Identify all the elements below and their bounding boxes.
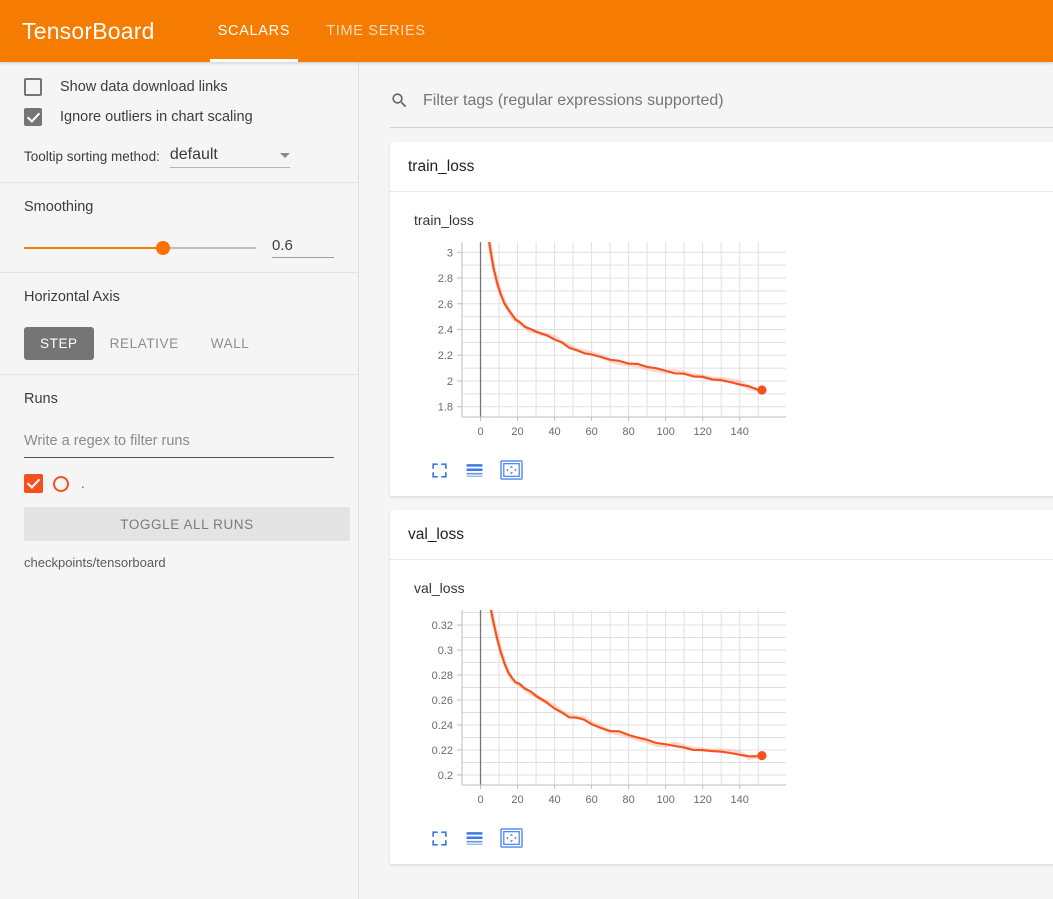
- chart-title-val-loss: val_loss: [414, 580, 465, 596]
- svg-text:2.6: 2.6: [438, 299, 453, 311]
- svg-text:2.4: 2.4: [438, 325, 453, 337]
- svg-text:80: 80: [623, 794, 635, 806]
- svg-text:120: 120: [694, 794, 712, 806]
- ignore-outliers-checkbox[interactable]: [24, 108, 42, 126]
- svg-text:100: 100: [656, 426, 674, 438]
- svg-text:120: 120: [694, 426, 712, 438]
- ignore-outliers-label: Ignore outliers in chart scaling: [60, 109, 253, 125]
- svg-text:0.28: 0.28: [432, 670, 453, 682]
- run-checkbox[interactable]: [24, 474, 43, 493]
- svg-text:140: 140: [731, 426, 749, 438]
- axis-button-wall[interactable]: WALL: [195, 327, 266, 360]
- smoothing-slider[interactable]: [24, 240, 256, 256]
- runs-title: Runs: [24, 391, 58, 407]
- svg-text:100: 100: [656, 794, 674, 806]
- app-header: TensorBoard SCALARS TIME SERIES: [0, 0, 1053, 62]
- card-body-train-loss: train_loss 1.8 2 2.2 2.4 2.6 2.8 3 0 20 40 60 80 100…: [390, 192, 1053, 496]
- smoothing-section: Smoothing 0.6: [0, 183, 358, 273]
- chart-title-train-loss: train_loss: [414, 212, 474, 228]
- tooltip-sorting-row: Tooltip sorting method: default: [24, 146, 334, 168]
- svg-text:0.2: 0.2: [438, 770, 453, 782]
- smoothing-value[interactable]: 0.6: [272, 237, 334, 258]
- smoothing-title: Smoothing: [24, 199, 94, 215]
- chevron-down-icon: [279, 153, 290, 158]
- toggle-all-runs-button[interactable]: TOGGLE ALL RUNS: [24, 507, 350, 541]
- svg-text:40: 40: [548, 426, 560, 438]
- svg-text:0.26: 0.26: [432, 695, 453, 707]
- svg-text:2.8: 2.8: [438, 273, 453, 285]
- run-list-item[interactable]: .: [24, 474, 334, 493]
- card-header-train-loss[interactable]: train_loss: [390, 142, 1053, 192]
- svg-text:2.2: 2.2: [438, 350, 453, 362]
- nav-tabs: SCALARS TIME SERIES: [200, 0, 444, 62]
- horizontal-axis-title: Horizontal Axis: [24, 289, 120, 305]
- tooltip-sorting-value: default: [169, 146, 218, 163]
- svg-text:40: 40: [548, 794, 560, 806]
- tab-scalars[interactable]: SCALARS: [200, 0, 309, 62]
- card-header-val-loss[interactable]: val_loss: [390, 510, 1053, 560]
- svg-text:80: 80: [623, 426, 635, 438]
- tag-filter-bar: [390, 80, 1053, 128]
- svg-text:3: 3: [447, 247, 453, 259]
- run-name-label: .: [81, 476, 85, 491]
- runs-filter-input[interactable]: [24, 429, 334, 458]
- chart-toolbar-val-loss: [390, 822, 1053, 854]
- expand-icon[interactable]: [430, 461, 449, 480]
- data-series-icon[interactable]: [465, 829, 484, 848]
- data-series-icon[interactable]: [465, 461, 484, 480]
- show-download-links-checkbox[interactable]: [24, 78, 42, 96]
- svg-text:0: 0: [477, 426, 483, 438]
- scalar-card-train-loss: train_loss train_loss 1.8 2 2.2 2.4 2.6 2.8 3 0…: [390, 142, 1053, 496]
- show-download-links-row[interactable]: Show data download links: [24, 78, 334, 96]
- axis-button-relative[interactable]: RELATIVE: [94, 327, 195, 360]
- svg-text:1.8: 1.8: [438, 402, 453, 414]
- svg-text:2: 2: [447, 376, 453, 388]
- chart-val-loss[interactable]: 0.2 0.22 0.24 0.26 0.28 0.3 0.32 0 20 40 60 80 100 12…: [404, 602, 804, 817]
- slider-fill: [24, 246, 164, 249]
- main-panel: train_loss train_loss 1.8 2 2.2 2.4 2.6 2.8 3 0…: [360, 62, 1053, 899]
- ignore-outliers-row[interactable]: Ignore outliers in chart scaling: [24, 108, 334, 126]
- scalar-card-val-loss: val_loss val_loss 0.2 0.22 0.24 0.26 0.28 0.3…: [390, 510, 1053, 864]
- chart-train-loss[interactable]: 1.8 2 2.2 2.4 2.6 2.8 3 0 20 40 60 80 100 120 140: [404, 234, 804, 449]
- chart-wrapper-train-loss: 1.8 2 2.2 2.4 2.6 2.8 3 0 20 40 60 80 100 120 140: [404, 234, 1053, 454]
- sidebar: Show data download links Ignore outliers…: [0, 62, 359, 899]
- tensorboard-app: TensorBoard SCALARS TIME SERIES Show dat…: [0, 0, 1053, 899]
- slider-thumb[interactable]: [156, 240, 171, 255]
- tooltip-sorting-label: Tooltip sorting method:: [24, 149, 160, 164]
- chart-wrapper-val-loss: 0.2 0.22 0.24 0.26 0.28 0.3 0.32 0 20 40 60 80 100 12…: [404, 602, 1053, 822]
- fit-domain-icon[interactable]: [500, 460, 523, 480]
- svg-text:0.22: 0.22: [432, 745, 453, 757]
- svg-text:60: 60: [585, 426, 597, 438]
- svg-text:20: 20: [511, 794, 523, 806]
- search-icon: [390, 91, 409, 110]
- tab-time-series[interactable]: TIME SERIES: [308, 0, 444, 62]
- logdir-label: checkpoints/tensorboard: [24, 555, 166, 570]
- run-color-circle-icon: [53, 475, 69, 492]
- svg-text:60: 60: [585, 794, 597, 806]
- chart-toolbar-train-loss: [390, 454, 1053, 486]
- tooltip-sorting-select[interactable]: default: [169, 146, 290, 168]
- app-brand: TensorBoard: [22, 17, 155, 44]
- tag-filter-input[interactable]: [421, 90, 1053, 111]
- axis-button-step[interactable]: STEP: [24, 327, 94, 360]
- svg-text:20: 20: [511, 426, 523, 438]
- svg-text:140: 140: [731, 794, 749, 806]
- svg-text:0.24: 0.24: [432, 720, 453, 732]
- svg-text:0.32: 0.32: [432, 620, 453, 632]
- horizontal-axis-buttons: STEP RELATIVE WALL: [24, 327, 334, 360]
- svg-text:0.3: 0.3: [438, 645, 453, 657]
- expand-icon[interactable]: [430, 829, 449, 848]
- smoothing-row: 0.6: [24, 237, 334, 258]
- card-body-val-loss: val_loss 0.2 0.22 0.24 0.26 0.28 0.3 0.32 0 20 40…: [390, 560, 1053, 864]
- svg-text:0: 0: [477, 794, 483, 806]
- fit-domain-icon[interactable]: [500, 828, 523, 848]
- horizontal-axis-section: Horizontal Axis STEP RELATIVE WALL: [0, 273, 358, 375]
- show-download-links-label: Show data download links: [60, 79, 228, 95]
- sidebar-settings-section: Show data download links Ignore outliers…: [0, 62, 358, 183]
- runs-section: Runs . TOGGLE ALL RUNS checkpoints/tenso…: [0, 375, 358, 584]
